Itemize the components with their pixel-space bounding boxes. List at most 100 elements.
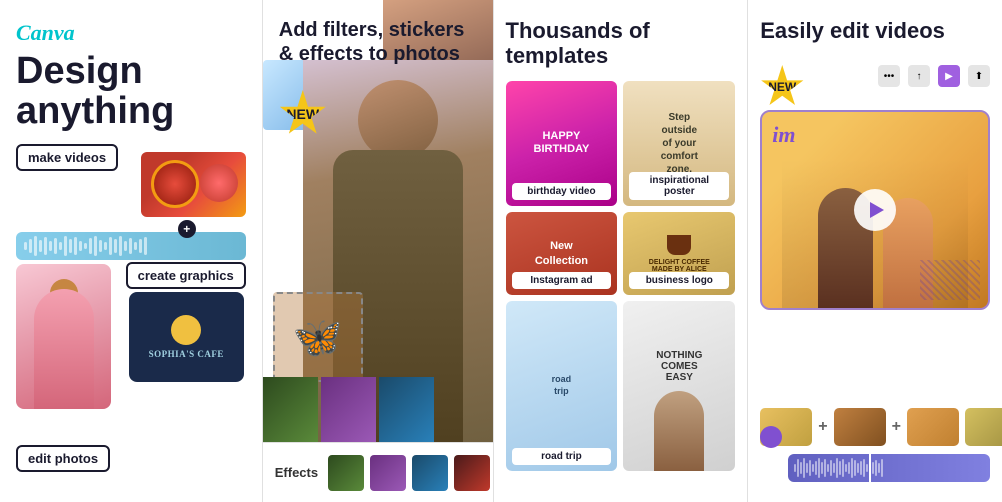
photo-bottom-left-3 <box>379 377 434 442</box>
audio-bar <box>863 459 865 477</box>
template-card-road[interactable]: roadtrip road trip <box>506 301 618 471</box>
export-icon[interactable]: ⬆ <box>968 65 990 87</box>
play-button[interactable] <box>854 189 896 231</box>
wave-bar <box>44 237 47 255</box>
wave-bar <box>124 241 127 251</box>
wave-bar <box>59 242 62 250</box>
audio-bar <box>794 464 796 472</box>
effect-thumb-3[interactable] <box>412 455 448 491</box>
audio-bar <box>827 464 829 472</box>
video-preview[interactable]: im <box>760 110 990 310</box>
cafe-sign: SOPHIA'S CAFE <box>129 292 244 382</box>
edit-photos-button[interactable]: edit photos <box>16 445 110 472</box>
video-toolbar: ••• ↑ ▶ ⬆ <box>878 65 990 87</box>
panel-filters: Add filters, stickers & effects to photo… <box>262 0 493 502</box>
canva-logo: Canva <box>16 20 246 46</box>
more-icon[interactable]: ••• <box>878 65 900 87</box>
panel-design-anything: Canva Design anything make videos + <box>0 0 262 502</box>
audio-bar <box>848 462 850 474</box>
timeline-clips: + + <box>760 408 990 446</box>
templates-grid: HAPPYBIRTHDAY birthday video Stepoutside… <box>506 81 736 471</box>
clip-thumb-2[interactable] <box>834 408 886 446</box>
instagram-label: Instagram ad <box>512 272 612 289</box>
plus-icon: + <box>178 220 196 238</box>
wave-bar <box>144 237 147 255</box>
audio-wave <box>16 232 246 260</box>
clip-plus-icon[interactable]: + <box>818 418 827 436</box>
audio-track-container <box>760 454 990 482</box>
panel2-header: Add filters, stickers & effects to photo… <box>279 18 477 66</box>
audio-bar <box>824 459 826 477</box>
play-icon[interactable]: ▶ <box>938 65 960 87</box>
photo-collage: 🦋 <box>263 0 493 442</box>
design-title: Design anything <box>16 52 246 132</box>
effects-bar: Effects × <box>263 442 493 502</box>
template-card-poster[interactable]: Stepoutsideof yourcomfortzone. inspirati… <box>623 81 735 207</box>
clip-thumb-3[interactable] <box>907 408 959 446</box>
playhead-line <box>869 454 871 482</box>
audio-bar <box>818 458 820 478</box>
wave-bar <box>74 237 77 255</box>
audio-bar <box>803 458 805 478</box>
wave-bar <box>84 243 87 249</box>
make-videos-button[interactable]: make videos <box>16 144 118 171</box>
squiggle-decoration: im <box>772 122 795 148</box>
photo-bottom-left-2 <box>321 377 376 442</box>
share-icon[interactable]: ↑ <box>908 65 930 87</box>
clip-thumb-4[interactable] <box>965 408 1002 446</box>
audio-bar <box>806 463 808 473</box>
wave-bar <box>109 237 112 255</box>
girl-image <box>16 264 111 409</box>
wave-bar <box>119 236 122 256</box>
wave-bar <box>104 242 107 250</box>
template-card-person[interactable]: NOTHINGCOMESEASY <box>623 301 735 471</box>
template-card-birthday[interactable]: HAPPYBIRTHDAY birthday video <box>506 81 618 207</box>
template-card-logo[interactable]: DELIGHT COFFEEMADE BY ALICE business log… <box>623 212 735 295</box>
wave-bar <box>24 242 27 250</box>
create-graphics-button[interactable]: create graphics <box>126 262 246 289</box>
audio-bar <box>851 458 853 478</box>
audio-bar <box>800 462 802 474</box>
logo-label: business logo <box>629 272 729 289</box>
effects-thumbnails <box>328 455 490 491</box>
photo-bottom-left-1 <box>263 377 318 442</box>
timeline-section: + + <box>760 408 990 482</box>
audio-bar <box>815 461 817 475</box>
logo-text: DELIGHT COFFEEMADE BY ALICE <box>649 259 710 273</box>
road-label: road trip <box>512 448 612 465</box>
effect-thumb-4[interactable] <box>454 455 490 491</box>
effect-thumb-1[interactable] <box>328 455 364 491</box>
audio-bar <box>842 459 844 477</box>
poster-label: inspirational poster <box>629 172 729 200</box>
audio-bar <box>839 461 841 475</box>
person-silhouette <box>654 391 704 471</box>
road-text: roadtrip <box>552 374 572 397</box>
video-new-badge: NEW <box>760 65 804 109</box>
filters-title: Add filters, stickers & effects to photo… <box>279 18 477 66</box>
audio-bar <box>836 458 838 478</box>
panel1-content: make videos + <box>16 144 246 482</box>
effect-thumb-2[interactable] <box>370 455 406 491</box>
wave-bar <box>114 239 117 253</box>
clip-plus-icon-2[interactable]: + <box>892 418 901 436</box>
cafe-text: SOPHIA'S CAFE <box>149 349 224 359</box>
wave-bar <box>79 241 82 251</box>
wave-bar <box>134 242 137 250</box>
audio-bar <box>845 464 847 472</box>
pizza-circle <box>151 160 199 208</box>
audio-bar <box>854 460 856 476</box>
wave-bar <box>129 238 132 254</box>
audio-bar <box>833 463 835 473</box>
videos-title: Easily edit videos <box>760 18 990 43</box>
audio-bar <box>809 460 811 476</box>
food-image <box>141 152 246 217</box>
audio-track[interactable] <box>788 454 990 482</box>
wave-bar <box>64 236 67 256</box>
wave-bar <box>69 239 72 253</box>
wave-bar <box>94 236 97 256</box>
wave-bar <box>39 240 42 252</box>
audio-bar <box>857 463 859 473</box>
audio-bar <box>878 463 880 473</box>
audio-bar <box>866 464 868 472</box>
template-card-instagram[interactable]: NewCollection Instagram ad <box>506 212 618 295</box>
